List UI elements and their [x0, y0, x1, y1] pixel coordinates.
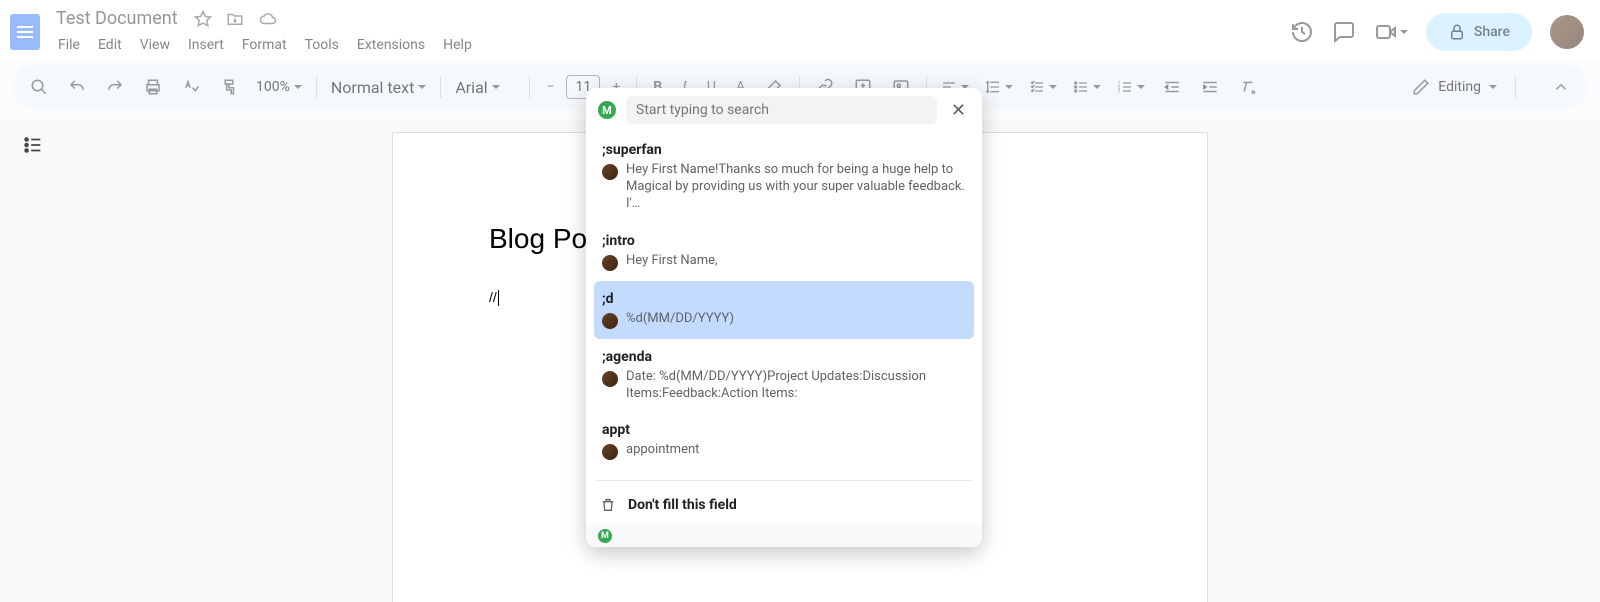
snippet-result[interactable]: ;superfan Hey First Name!Thanks so much …: [594, 132, 974, 223]
popup-footer: M: [586, 525, 982, 547]
text-expander-popup: M ✕ ;superfan Hey First Name!Thanks so m…: [586, 88, 982, 547]
snippet-preview: %d(MM/DD/YYYY): [626, 311, 734, 328]
trash-icon: [600, 497, 616, 513]
snippet-preview: Date: %d(MM/DD/YYYY)Project Updates:Disc…: [626, 369, 966, 403]
snippet-title: ;d: [602, 291, 966, 307]
popup-header: M ✕: [586, 88, 982, 132]
snippet-result[interactable]: ;agenda Date: %d(MM/DD/YYYY)Project Upda…: [594, 339, 974, 413]
author-avatar-icon: [602, 371, 618, 387]
author-avatar-icon: [602, 313, 618, 329]
author-avatar-icon: [602, 164, 618, 180]
author-avatar-icon: [602, 255, 618, 271]
popup-search-input[interactable]: [626, 96, 937, 124]
snippet-title: ;superfan: [602, 142, 966, 158]
close-icon[interactable]: ✕: [947, 100, 970, 121]
magical-logo-icon: M: [598, 529, 612, 543]
author-avatar-icon: [602, 444, 618, 460]
snippet-title: appt: [602, 422, 966, 438]
dont-fill-button[interactable]: Don't fill this field: [586, 485, 982, 525]
snippet-result[interactable]: ;d %d(MM/DD/YYYY): [594, 281, 974, 339]
snippet-result[interactable]: appt appointment: [594, 412, 974, 470]
snippet-preview: Hey First Name!Thanks so much for being …: [626, 162, 966, 213]
divider: [594, 480, 974, 481]
snippet-preview: appointment: [626, 442, 699, 459]
dont-fill-label: Don't fill this field: [628, 497, 737, 513]
snippet-title: ;agenda: [602, 349, 966, 365]
snippet-title: ;intro: [602, 233, 966, 249]
snippet-preview: Hey First Name,: [626, 253, 718, 270]
snippet-result[interactable]: ;intro Hey First Name,: [594, 223, 974, 281]
result-list: ;superfan Hey First Name!Thanks so much …: [586, 132, 982, 476]
magical-logo-icon: M: [598, 101, 616, 119]
outline-toggle[interactable]: [20, 134, 46, 156]
